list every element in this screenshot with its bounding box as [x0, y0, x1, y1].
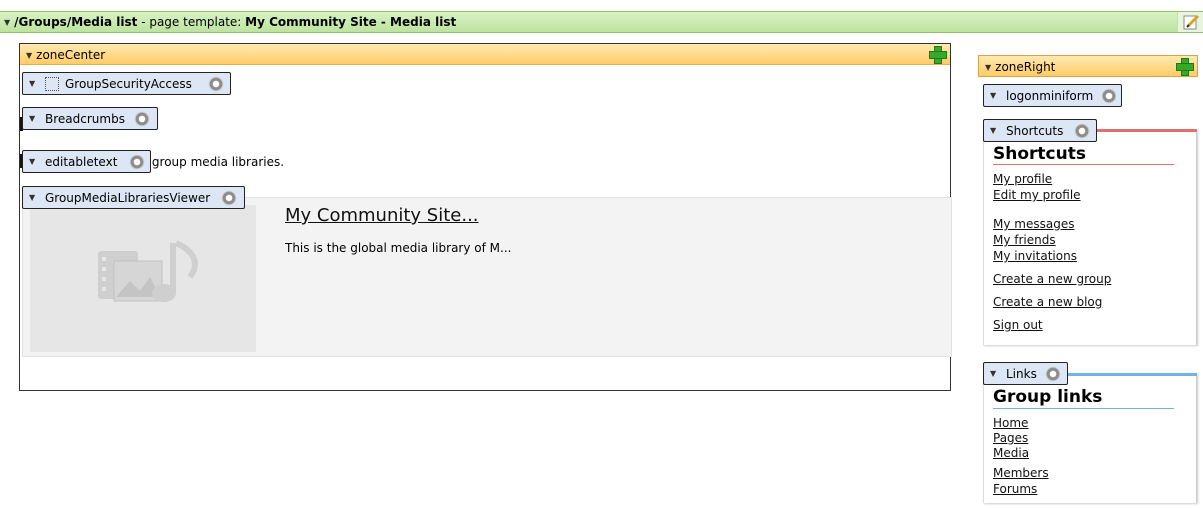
group-links-title: Group links — [993, 387, 1103, 407]
page-path: /Groups/Media list — [14, 15, 138, 29]
webpart-label: editabletext — [45, 155, 118, 169]
gear-icon[interactable] — [128, 153, 146, 171]
media-library-description: This is the global media library of M... — [285, 241, 512, 255]
webpart-breadcrumbs[interactable]: ▼ Breadcrumbs — [22, 107, 158, 130]
shortcut-link[interactable]: Create a new group — [993, 272, 1111, 286]
webpart-shortcuts[interactable]: ▼ Shortcuts — [983, 119, 1097, 142]
zone-right-label: ▼ zoneRight — [985, 60, 1056, 74]
gear-icon[interactable] — [1044, 365, 1062, 383]
editable-text-content: t of group media libraries. — [128, 155, 285, 169]
group-link[interactable]: Forums — [993, 482, 1037, 496]
gear-icon[interactable] — [220, 189, 238, 207]
webpart-label: Breadcrumbs — [45, 112, 125, 126]
webpart-label: logonminiform — [1006, 89, 1094, 103]
collapse-triangle-icon[interactable]: ▼ — [29, 193, 35, 202]
shortcut-link[interactable]: My friends — [993, 233, 1056, 247]
webpart-group-security-access[interactable]: ▼ GroupSecurityAccess — [22, 72, 231, 95]
shortcut-link[interactable]: My invitations — [993, 249, 1077, 263]
collapse-triangle-icon[interactable]: ▼ — [990, 369, 996, 378]
webpart-editabletext[interactable]: ▼ editabletext — [22, 150, 151, 173]
selection-box-icon — [45, 77, 59, 91]
shortcut-link[interactable]: Edit my profile — [993, 188, 1081, 202]
collapse-triangle-icon[interactable]: ▼ — [29, 79, 35, 88]
media-library-thumbnail[interactable] — [30, 205, 256, 352]
webpart-label: GroupMediaLibrariesViewer — [45, 191, 211, 205]
zone-center-header: ▼ zoneCenter — [20, 44, 950, 65]
zone-right-header: ▼ zoneRight — [978, 55, 1198, 77]
shortcuts-accent-line — [1097, 129, 1197, 132]
group-link[interactable]: Home — [993, 416, 1028, 430]
gear-icon[interactable] — [207, 75, 225, 93]
shortcut-link[interactable]: Create a new blog — [993, 295, 1102, 309]
webpart-label: Shortcuts — [1006, 124, 1064, 138]
gear-icon[interactable] — [1073, 122, 1091, 140]
page-template-bar: ▼ /Groups/Media list - page template: My … — [0, 11, 1203, 33]
webpart-links[interactable]: ▼ Links — [983, 362, 1068, 385]
media-library-icon — [98, 240, 198, 302]
collapse-triangle-icon[interactable]: ▼ — [29, 157, 35, 166]
gear-icon[interactable] — [1100, 87, 1118, 105]
group-links-title-underline — [993, 408, 1174, 409]
collapse-triangle-icon[interactable]: ▼ — [4, 18, 10, 27]
add-webpart-plus-icon[interactable] — [1175, 57, 1194, 76]
page-template-label: ▼ /Groups/Media list - page template: My … — [4, 15, 456, 29]
shortcut-link[interactable]: My messages — [993, 217, 1074, 231]
shortcuts-title-underline — [993, 164, 1174, 165]
page-template-name: My Community Site - Media list — [245, 15, 457, 29]
zone-center-label: ▼ zoneCenter — [26, 48, 106, 62]
collapse-triangle-icon[interactable]: ▼ — [990, 91, 996, 100]
links-accent-line — [1068, 373, 1197, 376]
group-link[interactable]: Media — [993, 446, 1029, 460]
webpart-label: Links — [1006, 367, 1037, 381]
pencil-icon — [1183, 14, 1200, 30]
page-template-prefix: - page template: — [137, 15, 246, 29]
webpart-label: GroupSecurityAccess — [65, 77, 192, 91]
gear-icon[interactable] — [133, 110, 151, 128]
media-library-title-link[interactable]: My Community Site... — [285, 205, 479, 226]
shortcut-link[interactable]: Sign out — [993, 318, 1043, 332]
collapse-triangle-icon[interactable]: ▼ — [29, 114, 35, 123]
group-link[interactable]: Members — [993, 466, 1049, 480]
edit-template-button[interactable] — [1177, 12, 1203, 32]
group-link[interactable]: Pages — [993, 431, 1028, 445]
shortcut-link[interactable]: My profile — [993, 172, 1052, 186]
shortcuts-title: Shortcuts — [993, 144, 1086, 164]
webpart-group-media-libraries-viewer[interactable]: ▼ GroupMediaLibrariesViewer — [22, 186, 245, 209]
collapse-triangle-icon[interactable]: ▼ — [985, 63, 991, 72]
collapse-triangle-icon[interactable]: ▼ — [990, 126, 996, 135]
webpart-logonminiform[interactable]: ▼ logonminiform — [983, 84, 1122, 107]
add-webpart-plus-icon[interactable] — [928, 45, 947, 64]
collapse-triangle-icon[interactable]: ▼ — [26, 51, 32, 60]
